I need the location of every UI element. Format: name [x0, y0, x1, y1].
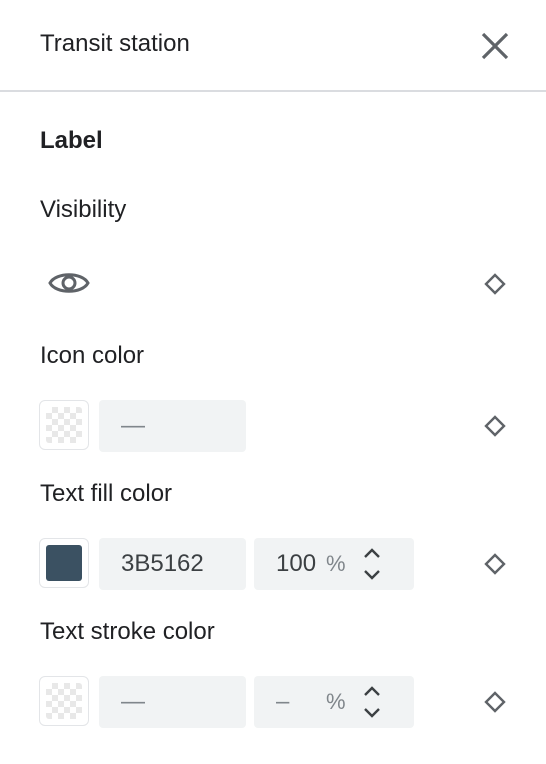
text-stroke-color-hex-input[interactable]: — — [99, 676, 246, 728]
text-fill-keyframe-button[interactable] — [484, 553, 506, 575]
chevron-up-down-icon — [364, 548, 380, 580]
icon-color-keyframe-button[interactable] — [484, 415, 506, 437]
color-swatch-fill — [46, 545, 82, 581]
panel-header: Transit station — [0, 0, 546, 92]
visibility-keyframe-button[interactable] — [484, 273, 506, 295]
diamond-icon — [484, 553, 506, 575]
text-fill-color-swatch[interactable] — [39, 538, 89, 588]
visibility-toggle[interactable] — [48, 268, 90, 298]
eye-icon — [48, 273, 90, 293]
diamond-icon — [484, 273, 506, 295]
percent-sign: % — [326, 689, 346, 714]
icon-color-hex-input[interactable]: — — [99, 400, 246, 452]
opacity-value: – — [276, 688, 290, 715]
icon-color-label: Icon color — [40, 342, 145, 369]
panel-title: Transit station — [40, 30, 190, 57]
text-fill-color-hex-input[interactable]: 3B5162 — [99, 538, 246, 590]
diamond-icon — [484, 691, 506, 713]
text-stroke-color-label: Text stroke color — [40, 618, 215, 645]
text-stroke-color-swatch[interactable] — [39, 676, 89, 726]
close-icon — [481, 32, 509, 60]
close-button[interactable] — [478, 29, 512, 63]
transparent-swatch — [46, 683, 82, 719]
section-title: Label — [40, 127, 103, 154]
transparent-swatch — [46, 407, 82, 443]
opacity-stepper[interactable] — [360, 544, 384, 584]
text-stroke-keyframe-button[interactable] — [484, 691, 506, 713]
opacity-stepper[interactable] — [360, 682, 384, 722]
diamond-icon — [484, 415, 506, 437]
chevron-up-down-icon — [364, 686, 380, 718]
text-fill-opacity-input[interactable]: 100 % — [254, 538, 414, 590]
visibility-label: Visibility — [40, 196, 127, 223]
opacity-value: 100 — [276, 550, 317, 577]
text-stroke-opacity-input[interactable]: – % — [254, 676, 414, 728]
icon-color-swatch[interactable] — [39, 400, 89, 450]
percent-sign: % — [326, 551, 346, 576]
text-fill-color-label: Text fill color — [40, 480, 173, 507]
